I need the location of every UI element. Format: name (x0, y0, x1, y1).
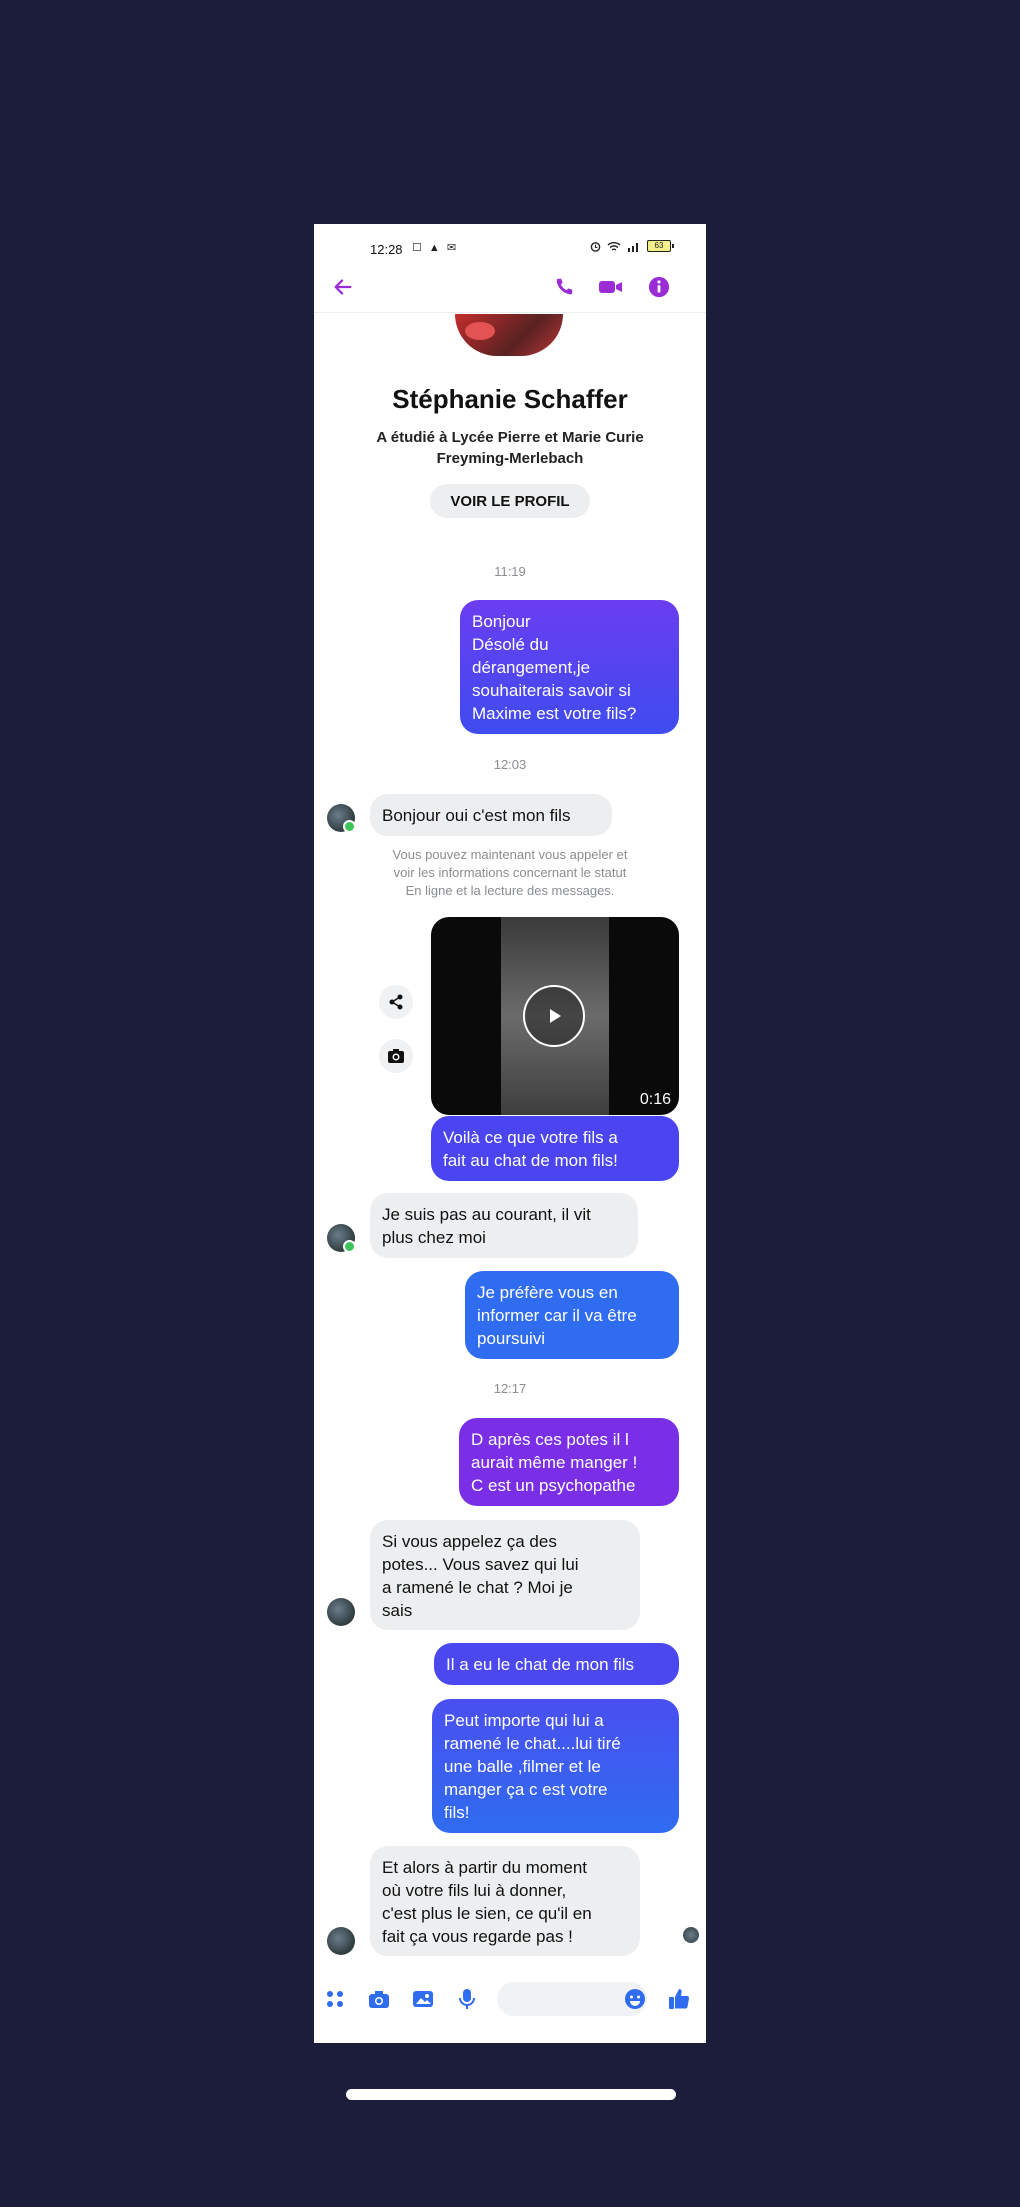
message-composer (314, 1976, 706, 2022)
apps-icon (327, 1991, 343, 2007)
play-icon (550, 1009, 561, 1023)
online-indicator (343, 1240, 356, 1253)
seen-indicator-avatar (683, 1927, 699, 1943)
apps-button[interactable] (320, 1984, 350, 2014)
gallery-icon (413, 1991, 433, 2007)
play-button[interactable] (523, 985, 585, 1047)
call-button[interactable] (549, 272, 579, 302)
share-button[interactable] (379, 985, 413, 1019)
thumbs-up-icon (669, 1989, 690, 2009)
microphone-icon (459, 1989, 475, 2009)
message-outgoing[interactable]: Bonjour Désolé du dérangement,je souhait… (460, 600, 679, 734)
online-indicator (343, 820, 356, 833)
camera-icon (369, 1991, 389, 2008)
alarm-icon (590, 241, 601, 252)
timestamp: 11:19 (494, 564, 526, 579)
signal-icon (628, 242, 638, 252)
profile-name: Stéphanie Schaffer (392, 384, 628, 414)
message-outgoing[interactable]: Je préfère vous en informer car il va êt… (465, 1271, 679, 1359)
like-button[interactable] (664, 1984, 694, 2014)
message-outgoing[interactable]: D après ces potes il l aurait même mange… (459, 1418, 679, 1506)
notification-icons: ☐ ▲ ✉ (412, 242, 459, 254)
timestamp: 12:03 (493, 757, 527, 772)
battery-icon: 63 (647, 240, 674, 252)
message-outgoing[interactable]: Peut importe qui lui a ramené le chat...… (432, 1699, 679, 1833)
info-icon (648, 276, 670, 298)
status-bar: 12:28 ☐ ▲ ✉ 63 (314, 224, 706, 264)
info-button[interactable] (644, 272, 674, 302)
video-camera-icon (599, 281, 622, 293)
message-outgoing[interactable]: Il a eu le chat de mon fils (434, 1643, 679, 1685)
video-attachment[interactable]: 0:16 (431, 917, 679, 1115)
message-incoming[interactable]: Bonjour oui c'est mon fils (370, 794, 612, 836)
message-incoming[interactable]: Je suis pas au courant, il vit plus chez… (370, 1193, 638, 1258)
status-time: 12:28 (370, 242, 403, 257)
profile-subtitle: A étudié à Lycée Pierre et Marie Curie F… (376, 429, 644, 467)
video-duration: 0:16 (639, 1091, 671, 1108)
camera-save-button[interactable] (379, 1039, 413, 1073)
gallery-button[interactable] (408, 1984, 438, 2014)
arrow-left-icon (334, 279, 352, 295)
privacy-notice: Vous pouvez maintenant vous appeler et v… (392, 847, 628, 898)
contact-avatar[interactable] (327, 804, 356, 833)
camera-button[interactable] (364, 1984, 394, 2014)
timestamp: 12:17 (493, 1381, 527, 1396)
emoji-button[interactable] (620, 1984, 650, 2014)
contact-avatar[interactable] (327, 1598, 355, 1626)
camera-icon (388, 1049, 404, 1063)
contact-avatar[interactable] (327, 1224, 356, 1253)
message-incoming[interactable]: Et alors à partir du moment où votre fil… (370, 1846, 640, 1956)
view-profile-button[interactable]: VOIR LE PROFIL (430, 484, 590, 518)
wifi-icon (607, 241, 621, 251)
status-right-icons: 63 (590, 240, 674, 252)
contact-avatar[interactable] (327, 1927, 355, 1955)
profile-avatar[interactable] (455, 314, 563, 356)
microphone-button[interactable] (452, 1984, 482, 2014)
video-call-button[interactable] (596, 272, 626, 302)
message-incoming[interactable]: Si vous appelez ça des potes... Vous sav… (370, 1520, 640, 1630)
emoji-icon (625, 1989, 645, 2009)
message-outgoing[interactable]: Voilà ce que votre fils a fait au chat d… (431, 1116, 679, 1181)
share-icon (389, 994, 403, 1010)
back-button[interactable] (328, 272, 358, 302)
home-indicator[interactable] (346, 2089, 676, 2100)
phone-screen: 12:28 ☐ ▲ ✉ 63 Stéphanie Schaffer A étud… (314, 224, 706, 2043)
phone-icon (556, 278, 573, 295)
chat-header (314, 264, 706, 313)
